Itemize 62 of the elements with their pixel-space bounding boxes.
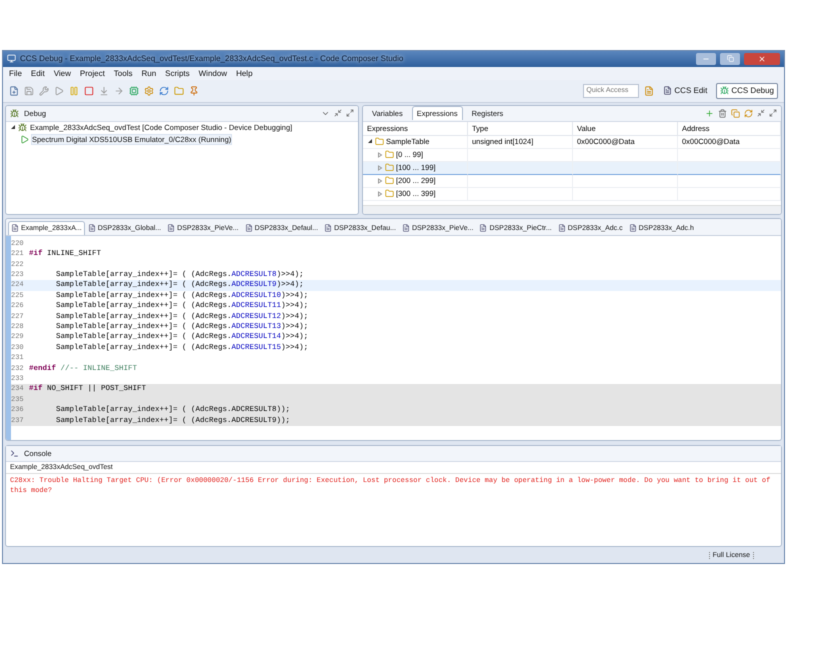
console-icon[interactable] xyxy=(10,449,19,458)
menu-item[interactable]: Edit xyxy=(30,68,45,78)
chip-icon[interactable] xyxy=(129,86,139,96)
refresh-icon[interactable] xyxy=(159,86,169,96)
menu-item[interactable]: Tools xyxy=(114,68,132,78)
run-icon[interactable] xyxy=(20,135,29,144)
folder-icon[interactable] xyxy=(174,86,184,96)
expand-arrow-icon[interactable] xyxy=(367,138,373,144)
pin-icon[interactable] xyxy=(189,86,199,96)
folder-icon[interactable] xyxy=(385,150,394,160)
bug-icon[interactable] xyxy=(10,108,19,118)
delete-icon[interactable] xyxy=(718,108,727,118)
bug-icon xyxy=(720,86,730,96)
wrench-icon[interactable] xyxy=(39,86,49,96)
save-icon[interactable] xyxy=(24,86,34,96)
resume-icon[interactable] xyxy=(54,86,64,96)
document-icon xyxy=(628,224,637,232)
document-icon xyxy=(479,224,488,232)
new-file-icon[interactable] xyxy=(9,86,19,96)
stop-icon[interactable] xyxy=(84,86,94,96)
folder-icon[interactable] xyxy=(385,189,394,198)
window-title: CCS Debug - Example_2833xAdcSeq_ovdTest/Example_2833xAdcSeq_ovdTest.c - Code Composer Studio xyxy=(20,54,404,64)
close-icon xyxy=(758,54,766,63)
pause-icon[interactable] xyxy=(69,86,79,96)
menu-item[interactable]: Scripts xyxy=(165,68,190,78)
menu-item[interactable]: Help xyxy=(236,68,253,78)
menu-item[interactable]: Project xyxy=(80,68,105,78)
folder-icon[interactable] xyxy=(385,176,394,186)
app-icon[interactable] xyxy=(7,54,16,64)
copy-icon[interactable] xyxy=(731,108,740,118)
perspective-button[interactable]: CCS Debug xyxy=(716,82,778,99)
menu-item[interactable]: Window xyxy=(198,68,228,78)
maximize-icon[interactable] xyxy=(769,109,777,118)
perspective-button[interactable]: CCS Edit xyxy=(659,82,712,99)
restore-button[interactable] xyxy=(720,52,740,65)
menu-item[interactable]: Run xyxy=(141,68,156,78)
folder-icon[interactable] xyxy=(385,163,394,172)
minimize-icon[interactable] xyxy=(334,109,342,118)
add-icon[interactable] xyxy=(705,108,714,118)
close-button[interactable] xyxy=(744,52,780,65)
document-icon xyxy=(324,224,332,232)
expand-arrow-icon[interactable] xyxy=(10,124,16,130)
document-icon xyxy=(167,224,176,232)
restore-icon xyxy=(726,55,734,62)
gear-icon[interactable] xyxy=(144,86,154,96)
minimize-button[interactable] xyxy=(696,52,716,65)
document-icon xyxy=(11,224,19,232)
document-icon xyxy=(558,224,566,232)
menu-item[interactable]: View xyxy=(54,68,71,78)
step-into-icon[interactable] xyxy=(99,86,109,96)
document-icon xyxy=(402,224,410,232)
step-over-icon[interactable] xyxy=(114,86,124,96)
refresh-icon[interactable] xyxy=(744,108,753,118)
document-icon xyxy=(88,224,96,232)
menu-item[interactable]: File xyxy=(9,68,22,78)
bug-icon[interactable] xyxy=(18,123,27,132)
document-icon xyxy=(244,224,253,232)
minimize-icon[interactable] xyxy=(757,109,765,118)
open-perspective-icon[interactable] xyxy=(644,86,654,96)
document-icon xyxy=(663,86,672,96)
scrollbar[interactable] xyxy=(363,204,781,214)
maximize-icon[interactable] xyxy=(346,109,354,118)
